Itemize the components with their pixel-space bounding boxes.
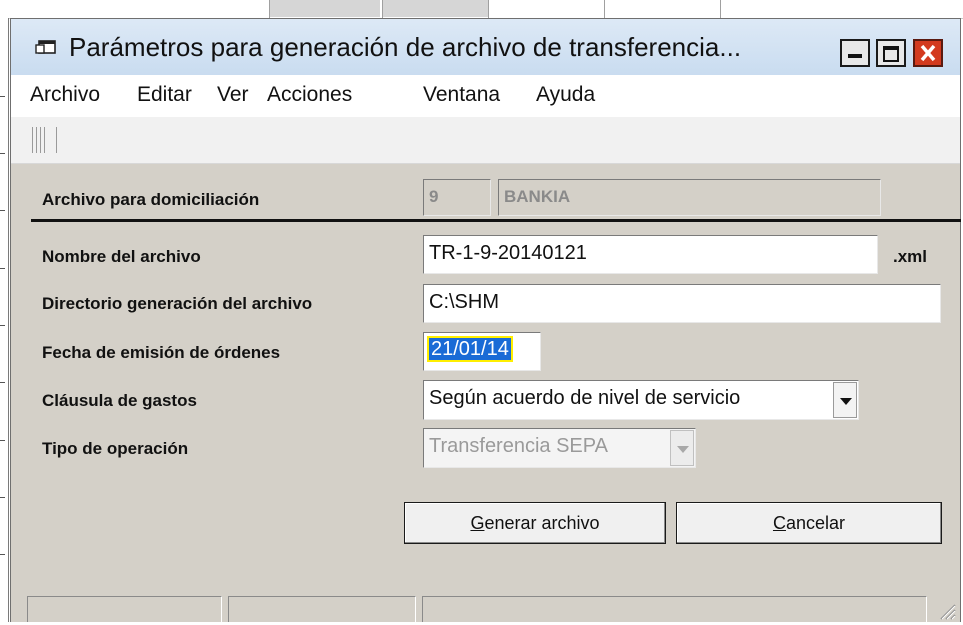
directorio-label: Directorio generación del archivo [42, 294, 313, 313]
menu-archivo[interactable]: Archivo [30, 83, 100, 107]
background-column-divider [269, 0, 270, 18]
toolbar-grip[interactable] [36, 127, 37, 153]
nombre-label: Nombre del archivo [42, 247, 201, 266]
menu-editar[interactable]: Editar [137, 83, 192, 107]
background-column-divider [720, 0, 721, 18]
ruler-tick [0, 153, 5, 154]
domiciliacion-bank-field: BANKIA [498, 179, 881, 216]
domiciliacion-label: Archivo para domiciliación [42, 190, 260, 209]
toolbar [11, 117, 960, 164]
section-divider [31, 219, 961, 222]
menu-ventana[interactable]: Ventana [423, 83, 500, 107]
tipo-selected-value: Transferencia SEPA [429, 435, 608, 457]
tipo-dropdown-button [670, 430, 694, 466]
minimize-icon [848, 54, 862, 58]
menu-ver[interactable]: Ver [217, 83, 249, 107]
clausula-selected-value: Según acuerdo de nivel de servicio [429, 387, 741, 409]
toolbar-grip[interactable] [44, 127, 45, 153]
toolbar-grip[interactable] [56, 127, 57, 153]
generar-label: enerar archivo [484, 513, 600, 533]
domiciliacion-code-field: 9 [423, 179, 491, 216]
chevron-down-icon [840, 398, 852, 405]
extension-label: .xml [893, 247, 928, 266]
fecha-label: Fecha de emisión de órdenes [42, 343, 281, 362]
dialog-window: Parámetros para generación de archivo de… [10, 18, 961, 622]
ruler-tick [0, 210, 5, 211]
ruler-tick [0, 440, 5, 441]
ruler-tick [0, 382, 5, 383]
toolbar-grip[interactable] [32, 127, 33, 153]
ruler-tick [0, 554, 5, 555]
fecha-input[interactable]: 21/01/14 [423, 332, 541, 371]
clausula-label: Cláusula de gastos [42, 391, 197, 410]
title-bar[interactable]: Parámetros para generación de archivo de… [11, 19, 960, 75]
background-column-divider [488, 0, 489, 18]
cancelar-label: ancelar [785, 513, 846, 533]
background-column-divider [604, 0, 605, 18]
background-column-divider [382, 0, 383, 18]
generar-hotkey: G [470, 513, 485, 533]
background-cell [383, 0, 488, 17]
status-pane [228, 596, 416, 622]
generar-archivo-button[interactable]: Generar archivo [404, 502, 666, 544]
resize-grip-icon[interactable] [936, 600, 956, 620]
status-pane [27, 596, 222, 622]
ruler-tick [0, 268, 5, 269]
status-bar [11, 592, 960, 622]
minimize-button[interactable] [840, 39, 870, 67]
maximize-button[interactable] [876, 39, 906, 67]
menu-acciones[interactable]: Acciones [267, 83, 352, 107]
nombre-input[interactable]: TR-1-9-20140121 [423, 235, 878, 274]
clausula-select[interactable]: Según acuerdo de nivel de servicio [423, 380, 859, 420]
close-button[interactable] [913, 39, 943, 67]
clausula-dropdown-button[interactable] [833, 382, 857, 418]
toolbar-grip[interactable] [40, 127, 41, 153]
ruler-tick [0, 96, 5, 97]
cancelar-hotkey: C [772, 513, 786, 533]
menu-ayuda[interactable]: Ayuda [536, 83, 595, 107]
status-pane [422, 596, 927, 622]
ruler-tick [0, 325, 5, 326]
window-title: Parámetros para generación de archivo de… [69, 32, 742, 62]
fecha-selected-text[interactable]: 21/01/14 [427, 336, 513, 362]
close-icon [918, 42, 938, 69]
background-ruler [0, 18, 9, 622]
tipo-label: Tipo de operación [42, 439, 189, 458]
maximize-icon [883, 46, 899, 62]
menu-bar: Archivo Editar Ver Acciones Ventana Ayud… [11, 75, 960, 117]
background-cell [270, 0, 380, 17]
ruler-tick [0, 497, 5, 498]
cancelar-button[interactable]: Cancelar [676, 502, 942, 544]
window-icon[interactable] [35, 39, 57, 57]
chevron-down-icon [677, 446, 689, 453]
tipo-select: Transferencia SEPA [423, 428, 696, 468]
directorio-input[interactable]: C:\SHM [423, 284, 941, 323]
